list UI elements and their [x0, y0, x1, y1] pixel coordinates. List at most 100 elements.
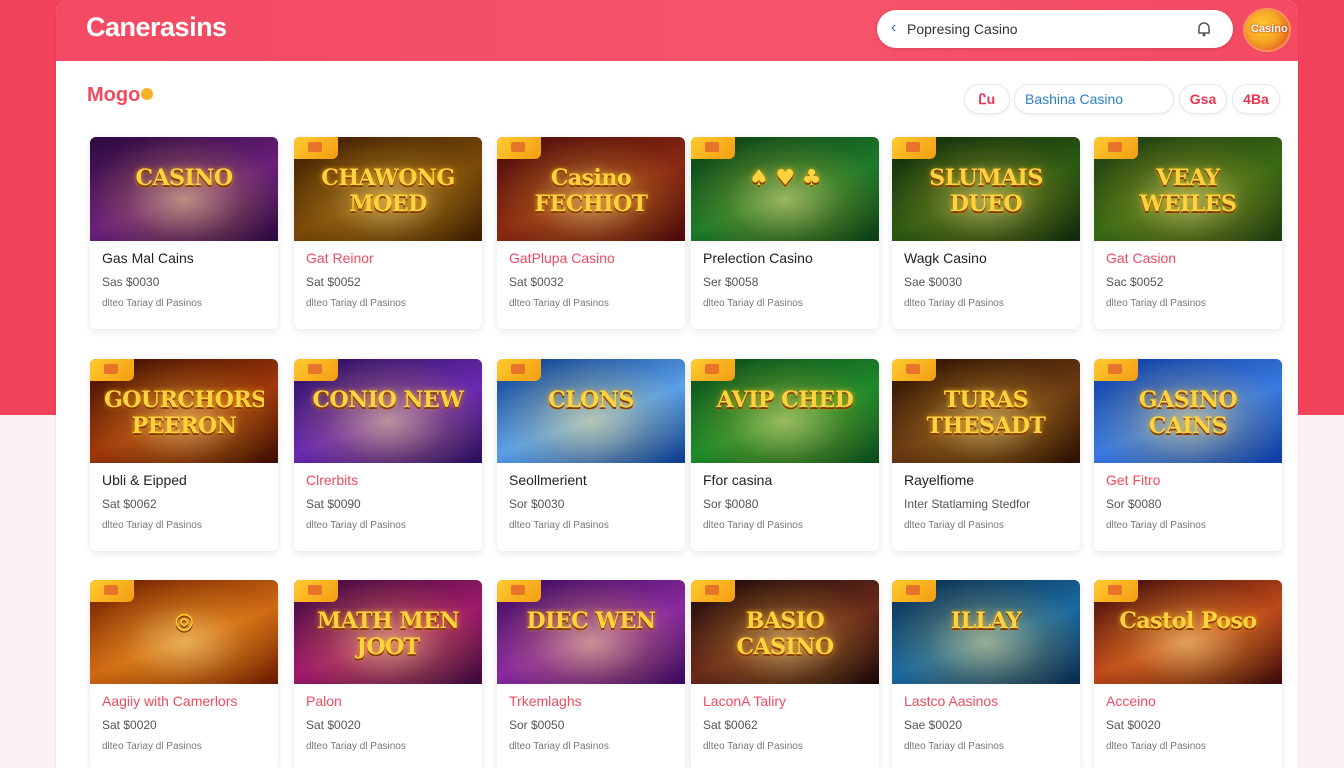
- casino-name[interactable]: Ubli & Eipped: [102, 472, 187, 488]
- notification-icon[interactable]: [1195, 20, 1213, 38]
- casino-thumbnail[interactable]: MATH MEN JOOT: [294, 580, 482, 684]
- thumbnail-art-text: GOURCHORS PEERON: [104, 387, 264, 439]
- casino-thumbnail[interactable]: ◎: [90, 580, 278, 684]
- filter-chip-1[interactable]: Ꮭu: [964, 84, 1010, 114]
- casino-name[interactable]: Gat Reinor: [306, 250, 374, 266]
- casino-name[interactable]: Rayelfiome: [904, 472, 974, 488]
- casino-subtitle: dlteo Tariay dl Pasinos: [1106, 741, 1206, 752]
- casino-card[interactable]: GASINO CAINS Get Fitro Sor $0080 dlteo Tari…: [1094, 359, 1282, 551]
- casino-card[interactable]: ILLAY Lastco Aasinos Sae $0020 dlteo Tariay…: [892, 580, 1080, 768]
- casino-subtitle: dlteo Tariay dl Pasinos: [904, 520, 1004, 531]
- casino-thumbnail[interactable]: BASIO CASINO: [691, 580, 879, 684]
- filter-chip-4[interactable]: 4Ba: [1232, 84, 1280, 114]
- casino-name[interactable]: Palon: [306, 693, 342, 709]
- casino-card[interactable]: MATH MEN JOOT Palon Sat $0020 dlteo Tariay …: [294, 580, 482, 768]
- casino-thumbnail[interactable]: CLONS: [497, 359, 685, 463]
- casino-thumbnail[interactable]: VEAY WEILES: [1094, 137, 1282, 241]
- casino-avatar-icon[interactable]: Casino: [1245, 10, 1289, 50]
- casino-name[interactable]: Trkemlaghs: [509, 693, 582, 709]
- casino-thumbnail[interactable]: DIEC WEN: [497, 580, 685, 684]
- casino-thumbnail[interactable]: CHAWONG MOED: [294, 137, 482, 241]
- casino-subtitle: dlteo Tariay dl Pasinos: [904, 741, 1004, 752]
- casino-subtitle: dlteo Tariay dl Pasinos: [509, 298, 609, 309]
- casino-bonus: Sat $0032: [509, 275, 564, 289]
- thumbnail-art-text: CHAWONG MOED: [321, 165, 455, 217]
- casino-card[interactable]: GOURCHORS PEERON Ubli & Eipped Sat $0062 dl…: [90, 359, 278, 551]
- badge-tag-icon: [691, 359, 735, 381]
- search-bar[interactable]: ‹ Popresing Casino: [877, 10, 1233, 48]
- casino-thumbnail[interactable]: GASINO CAINS: [1094, 359, 1282, 463]
- brand-logo[interactable]: Canerasins: [86, 12, 227, 43]
- casino-name[interactable]: Gat Casion: [1106, 250, 1176, 266]
- casino-card[interactable]: Castol Poso Acceino Sat $0020 dlteo Tariay …: [1094, 580, 1282, 768]
- casino-thumbnail[interactable]: AVIP CHED: [691, 359, 879, 463]
- casino-card[interactable]: CHAWONG MOED Gat Reinor Sat $0052 dlteo Tar…: [294, 137, 482, 329]
- casino-bonus: Sat $0052: [306, 275, 361, 289]
- thumbnail-art-text: MATH MEN JOOT: [316, 608, 460, 660]
- badge-tag-mark: [705, 142, 719, 152]
- casino-name[interactable]: Prelection Casino: [703, 250, 813, 266]
- casino-card[interactable]: ◎ Aagiiy with Camerlors Sat $0020 dlteo Tar…: [90, 580, 278, 768]
- thumbnail-art-text: CLONS: [548, 387, 634, 413]
- filter-chip-3[interactable]: Gsa: [1179, 84, 1227, 114]
- avatar-label: Casino: [1251, 23, 1288, 35]
- casino-name[interactable]: Acceino: [1106, 693, 1156, 709]
- casino-card[interactable]: DIEC WEN Trkemlaghs Sor $0050 dlteo Tariay …: [497, 580, 685, 768]
- casino-card[interactable]: VEAY WEILES Gat Casion Sac $0052 dlteo Tari…: [1094, 137, 1282, 329]
- top-bar: Canerasins ‹ Popresing Casino Casino: [56, 0, 1298, 61]
- casino-name[interactable]: LaconA Taliry: [703, 693, 786, 709]
- casino-name[interactable]: Get Fitro: [1106, 472, 1160, 488]
- badge-tag-mark: [1108, 585, 1122, 595]
- chevron-left-icon[interactable]: ‹: [891, 19, 896, 37]
- badge-tag-mark: [308, 585, 322, 595]
- casino-card[interactable]: CASINO Gas Mal Cains Sas $0030 dlteo Tariay…: [90, 137, 278, 329]
- casino-card[interactable]: SLUMAIS DUEO Wagk Casino Sae $0030 dlteo Ta…: [892, 137, 1080, 329]
- badge-tag-mark: [104, 585, 118, 595]
- casino-thumbnail[interactable]: ♠ ♥ ♣: [691, 137, 879, 241]
- casino-card[interactable]: Casino FECHIOT GatPlupa Casino Sat $0032 dl…: [497, 137, 685, 329]
- casino-name[interactable]: Lastco Aasinos: [904, 693, 998, 709]
- casino-subtitle: dlteo Tariay dl Pasinos: [306, 741, 406, 752]
- casino-subtitle: dlteo Tariay dl Pasinos: [509, 520, 609, 531]
- casino-card[interactable]: CONIO NEW Clrerbits Sat $0090 dlteo Tariay …: [294, 359, 482, 551]
- casino-subtitle: dlteo Tariay dl Pasinos: [904, 298, 1004, 309]
- casino-bonus: Sat $0020: [102, 718, 157, 732]
- casino-card[interactable]: CLONS Seollmerient Sor $0030 dlteo Tariay d…: [497, 359, 685, 551]
- badge-tag-mark: [511, 364, 525, 374]
- coin-icon: [141, 88, 154, 100]
- casino-name[interactable]: Seollmerient: [509, 472, 587, 488]
- casino-subtitle: dlteo Tariay dl Pasinos: [306, 520, 406, 531]
- casino-name[interactable]: Clrerbits: [306, 472, 358, 488]
- casino-name[interactable]: Ffor casina: [703, 472, 772, 488]
- casino-thumbnail[interactable]: SLUMAIS DUEO: [892, 137, 1080, 241]
- casino-card[interactable]: BASIO CASINO LaconA Taliry Sat $0062 dlteo …: [691, 580, 879, 768]
- casino-thumbnail[interactable]: ILLAY: [892, 580, 1080, 684]
- badge-tag-mark: [104, 364, 118, 374]
- casino-thumbnail[interactable]: Casino FECHIOT: [497, 137, 685, 241]
- badge-tag-mark: [1108, 364, 1122, 374]
- casino-name[interactable]: Wagk Casino: [904, 250, 987, 266]
- casino-bonus: Sor $0050: [509, 718, 565, 732]
- casino-name[interactable]: GatPlupa Casino: [509, 250, 615, 266]
- casino-thumbnail[interactable]: Castol Poso: [1094, 580, 1282, 684]
- casino-thumbnail[interactable]: CASINO: [90, 137, 278, 241]
- casino-thumbnail[interactable]: TURAS THESADT: [892, 359, 1080, 463]
- badge-tag-mark: [705, 364, 719, 374]
- casino-subtitle: dlteo Tariay dl Pasinos: [1106, 298, 1206, 309]
- casino-card[interactable]: TURAS THESADT Rayelfiome Inter Statlaming …: [892, 359, 1080, 551]
- casino-thumbnail[interactable]: GOURCHORS PEERON: [90, 359, 278, 463]
- badge-tag-mark: [308, 364, 322, 374]
- casino-card[interactable]: AVIP CHED Ffor casina Sor $0080 dlteo Taria…: [691, 359, 879, 551]
- search-input[interactable]: Popresing Casino: [907, 21, 1018, 37]
- casino-name[interactable]: Gas Mal Cains: [102, 250, 194, 266]
- filter-chip-bashina[interactable]: Bashina Casino: [1014, 84, 1174, 114]
- casino-card[interactable]: ♠ ♥ ♣ Prelection Casino Ser $0058 dlteo Tar…: [691, 137, 879, 329]
- badge-tag-mark: [705, 585, 719, 595]
- casino-thumbnail[interactable]: CONIO NEW: [294, 359, 482, 463]
- badge-tag-icon: [497, 137, 541, 159]
- casino-name[interactable]: Aagiiy with Camerlors: [102, 693, 237, 709]
- badge-tag-icon: [892, 580, 936, 602]
- badge-tag-icon: [1094, 580, 1138, 602]
- section-title-text: Mogo: [87, 84, 141, 106]
- casino-subtitle: dlteo Tariay dl Pasinos: [102, 298, 202, 309]
